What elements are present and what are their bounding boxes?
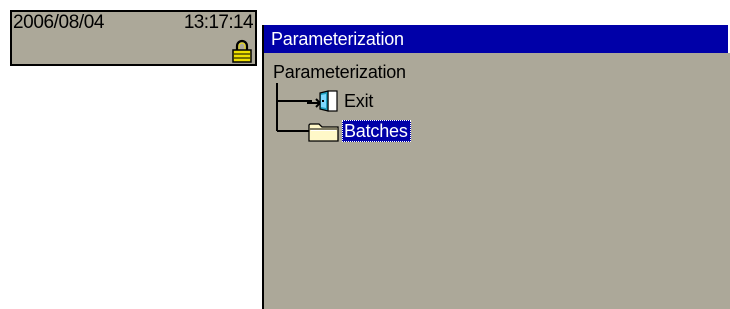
folder-icon [308, 123, 339, 142]
tree-item-batches-label: Batches [342, 120, 411, 142]
exit-door-icon [307, 90, 338, 112]
status-panel: 2006/08/04 13:17:14 [10, 10, 257, 66]
padlock-icon [232, 39, 252, 63]
status-date: 2006/08/04 [13, 12, 105, 33]
parameterization-window: Parameterization Parameterization Exit B… [262, 25, 730, 309]
tree-item-exit-label: Exit [344, 91, 374, 111]
window-border [262, 25, 264, 309]
title-bar: Parameterization [264, 25, 730, 53]
tree-root-label[interactable]: Parameterization [273, 61, 406, 83]
window-title: Parameterization [271, 29, 404, 49]
status-time: 13:17:14 [183, 12, 254, 33]
